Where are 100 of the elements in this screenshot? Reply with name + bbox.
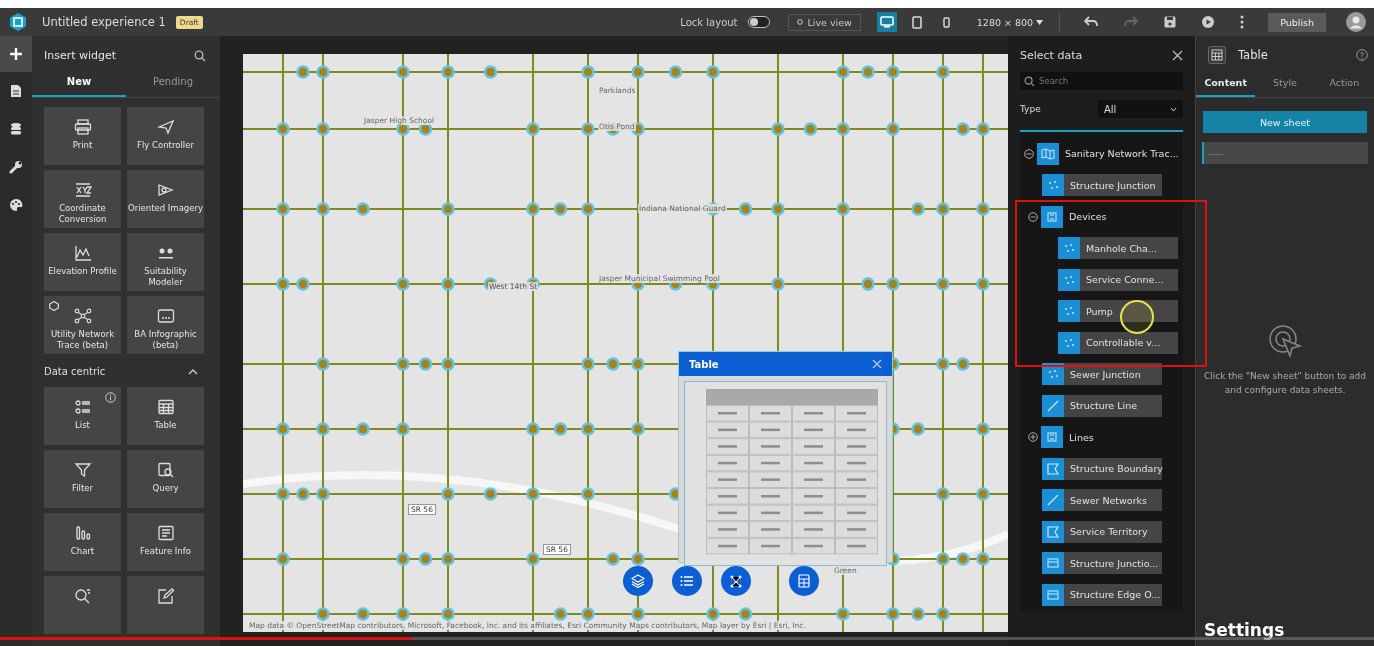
widget-tile[interactable]: BA Infographic (beta) [127, 296, 204, 354]
data-source-item[interactable]: Service Conne... [1058, 268, 1178, 291]
collapse-chevron-icon[interactable] [188, 368, 198, 375]
data-source-item[interactable]: Structure Junction [1042, 174, 1162, 197]
data-source-item[interactable]: Structure Edge O... [1042, 583, 1162, 606]
widget-tile[interactable] [44, 576, 121, 634]
widget-tile[interactable] [127, 576, 204, 634]
widget-tile[interactable]: Elevation Profile [44, 233, 121, 291]
camera-icon [156, 182, 175, 198]
line-layer-icon [1042, 394, 1064, 417]
desktop-view-button[interactable] [876, 12, 897, 32]
info-icon[interactable] [105, 392, 116, 403]
page-icon [10, 84, 22, 98]
close-icon[interactable] [1172, 50, 1183, 61]
network-icon [73, 308, 92, 324]
widget-tile[interactable]: List [44, 387, 121, 445]
caret-icon [1036, 19, 1044, 25]
wrench-icon [9, 160, 23, 174]
point-layer-icon [1042, 363, 1064, 386]
circle-icon [796, 19, 803, 25]
data-source-item[interactable]: Service Territory [1042, 520, 1162, 543]
widget-tile[interactable]: Oriented Imagery [127, 170, 204, 228]
monitor-icon [879, 16, 894, 28]
table-widget[interactable]: Table [678, 351, 893, 563]
type-dropdown[interactable]: All [1098, 100, 1183, 118]
plus-icon [9, 47, 23, 61]
more-icon[interactable] [1240, 15, 1245, 29]
user-avatar-icon[interactable] [1346, 12, 1366, 32]
play-icon[interactable] [1202, 16, 1215, 28]
line-layer-icon [1042, 489, 1064, 512]
edit-icon [156, 588, 175, 604]
widget-tile[interactable]: Chart [44, 513, 121, 571]
widget-tile[interactable]: Print [44, 107, 121, 165]
info-icon [156, 525, 175, 541]
point-layer-icon [1058, 300, 1080, 323]
chart-icon [73, 525, 92, 541]
list-icon [73, 399, 92, 415]
app-logo-icon [8, 12, 28, 32]
expand-toggle-icon[interactable] [1024, 148, 1034, 159]
print-icon [73, 119, 92, 135]
widget-tile[interactable]: Feature Info [127, 513, 204, 571]
widget-tile[interactable]: Coordinate Conversion [44, 170, 121, 228]
live-view-button[interactable]: Live view [787, 13, 861, 31]
panel-title: Select data [1020, 49, 1083, 62]
group-layer-icon [1041, 426, 1063, 449]
point-layer-icon [1058, 331, 1080, 354]
data-source-item[interactable]: Pump [1058, 300, 1178, 323]
profile-icon [73, 245, 92, 261]
filter-icon [73, 462, 92, 478]
data-source-item[interactable]: Structure Junctio... [1042, 552, 1162, 575]
section-title: Data centric [44, 366, 106, 377]
search-icon [73, 588, 92, 604]
table-icon [798, 574, 810, 588]
save-icon[interactable] [1164, 16, 1177, 28]
new-sheet-button[interactable]: New sheet [1203, 111, 1367, 133]
settings-tab[interactable]: Style [1255, 70, 1315, 97]
widget-tile[interactable]: Suitability Modeler [127, 233, 204, 291]
network-icon [729, 574, 743, 588]
settings-tab[interactable]: Action [1314, 70, 1374, 97]
table-layer-icon [1042, 552, 1064, 575]
list-icon [680, 575, 694, 587]
lock-layout-toggle[interactable] [747, 16, 770, 28]
data-source-item[interactable]: Sewer Junction [1042, 363, 1162, 386]
data-source-item[interactable]: Sanitary Network Trac... [1037, 142, 1179, 165]
panel-tab[interactable]: Pending [126, 68, 220, 97]
widget-tile[interactable]: Fly Controller [127, 107, 204, 165]
empty-hint: Click the "New sheet" button to add and configure data sheets. [1204, 370, 1366, 397]
xyz-icon [73, 182, 92, 198]
search-icon[interactable] [194, 49, 206, 62]
plane-icon [156, 119, 175, 135]
data-source-item[interactable]: Devices [1041, 205, 1107, 228]
expand-toggle-icon[interactable] [1028, 211, 1038, 222]
expand-toggle-icon[interactable] [1028, 432, 1038, 443]
search-field[interactable]: Search [1020, 72, 1183, 90]
publish-button[interactable]: Publish [1268, 12, 1326, 32]
widget-tile[interactable]: Filter [44, 450, 121, 508]
panel-title: Table [1238, 48, 1269, 62]
point-layer-icon [1058, 268, 1080, 291]
table-layer-icon [1042, 583, 1064, 606]
data-source-item[interactable]: Structure Boundary [1042, 457, 1162, 480]
panel-tab[interactable]: New [32, 68, 126, 97]
widget-tile[interactable]: Utility Network Trace (beta) [44, 296, 121, 354]
data-source-item[interactable]: Structure Line [1042, 394, 1162, 417]
data-source-item[interactable]: Lines [1041, 426, 1094, 449]
data-source-item[interactable]: Controllable v... [1058, 331, 1178, 354]
help-icon[interactable] [1356, 49, 1368, 61]
table-icon [1208, 46, 1226, 64]
resolution-dropdown[interactable]: 1280 × 800 [976, 16, 1044, 28]
widget-tile[interactable]: Query [127, 450, 204, 508]
settings-tab[interactable]: Content [1196, 70, 1256, 97]
data-source-item[interactable]: Sewer Networks [1042, 489, 1162, 512]
lock-layout-label: Lock layout [680, 16, 738, 28]
tablet-icon [911, 15, 922, 29]
undo-icon[interactable] [1084, 16, 1099, 28]
settings-caption: Settings [1204, 620, 1285, 640]
sheet-name-field[interactable]: ...... [1202, 142, 1368, 164]
data-source-item[interactable]: Manhole Cha... [1058, 237, 1178, 260]
widget-tile[interactable]: Table [127, 387, 204, 445]
widget-title: Table [689, 358, 719, 370]
point-layer-icon [1058, 237, 1080, 260]
